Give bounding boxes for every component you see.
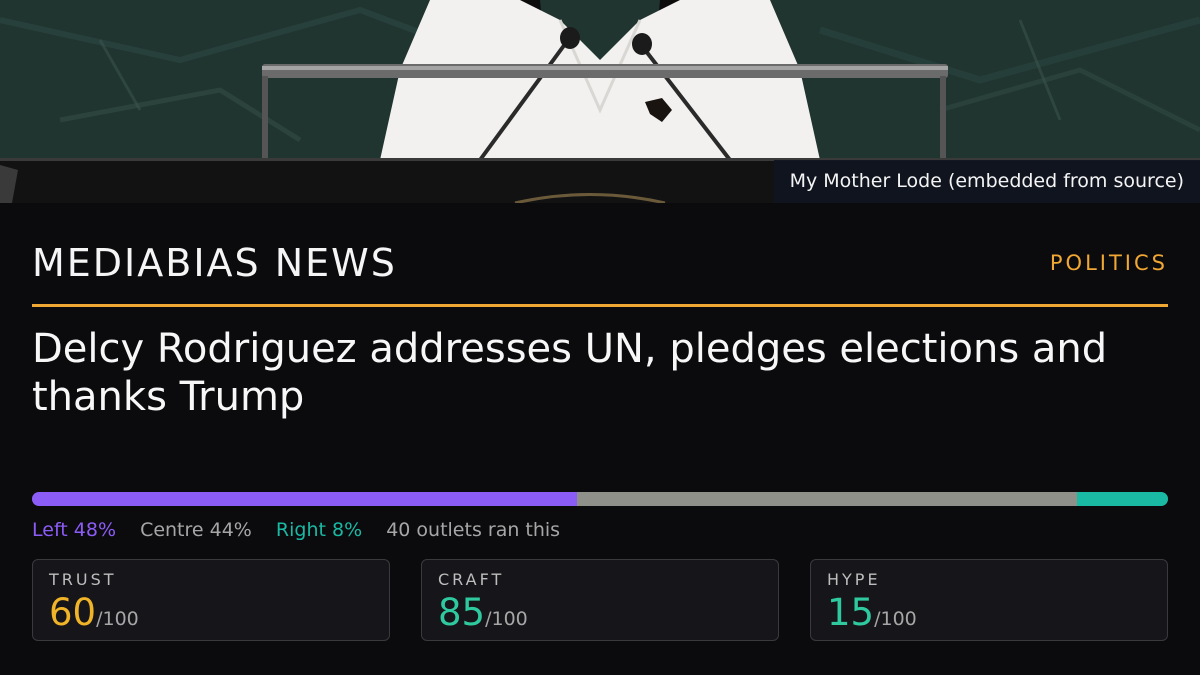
hype-score-value: 15: [827, 591, 875, 634]
hype-score: 15/100: [827, 593, 1151, 633]
outlet-count[interactable]: 40 outlets ran this: [386, 519, 560, 541]
bias-bar-right-segment: [1077, 492, 1168, 506]
trust-score-card: TRUST 60/100: [32, 559, 390, 641]
article-headline[interactable]: Delcy Rodriguez addresses UN, pledges el…: [32, 325, 1142, 421]
article-photo: My Mother Lode (embedded from source): [0, 0, 1200, 203]
hype-label: HYPE: [827, 570, 881, 589]
bias-bar: [32, 492, 1168, 506]
brand-name[interactable]: MEDIABIAS NEWS: [32, 241, 397, 285]
bias-left-label: Left 48%: [32, 519, 117, 541]
bias-right-label: Right 8%: [275, 519, 363, 541]
section-label[interactable]: POLITICS: [1050, 251, 1168, 275]
bias-bar-centre-segment: [577, 492, 1078, 506]
trust-score-value: 60: [49, 591, 97, 634]
hype-score-max: /100: [874, 608, 917, 630]
craft-score-max: /100: [485, 608, 528, 630]
bias-legend: Left 48% Centre 44% Right 8% 40 outlets …: [32, 519, 578, 541]
hype-score-card: HYPE 15/100: [810, 559, 1168, 641]
masthead: MEDIABIAS NEWS POLITICS: [32, 203, 1168, 307]
photo-caption: My Mother Lode (embedded from source): [773, 160, 1200, 203]
craft-score-value: 85: [438, 591, 486, 634]
craft-score-card: CRAFT 85/100: [421, 559, 779, 641]
score-cards: TRUST 60/100 CRAFT 85/100 HYPE 15/100: [32, 559, 1168, 641]
bias-bar-left-segment: [32, 492, 578, 506]
trust-label: TRUST: [49, 570, 117, 589]
bias-centre-label: Centre 44%: [140, 519, 252, 541]
craft-score: 85/100: [438, 593, 762, 633]
trust-score: 60/100: [49, 593, 373, 633]
trust-score-max: /100: [96, 608, 139, 630]
craft-label: CRAFT: [438, 570, 505, 589]
article-card: MEDIABIAS NEWS POLITICS Delcy Rodriguez …: [32, 203, 1168, 641]
